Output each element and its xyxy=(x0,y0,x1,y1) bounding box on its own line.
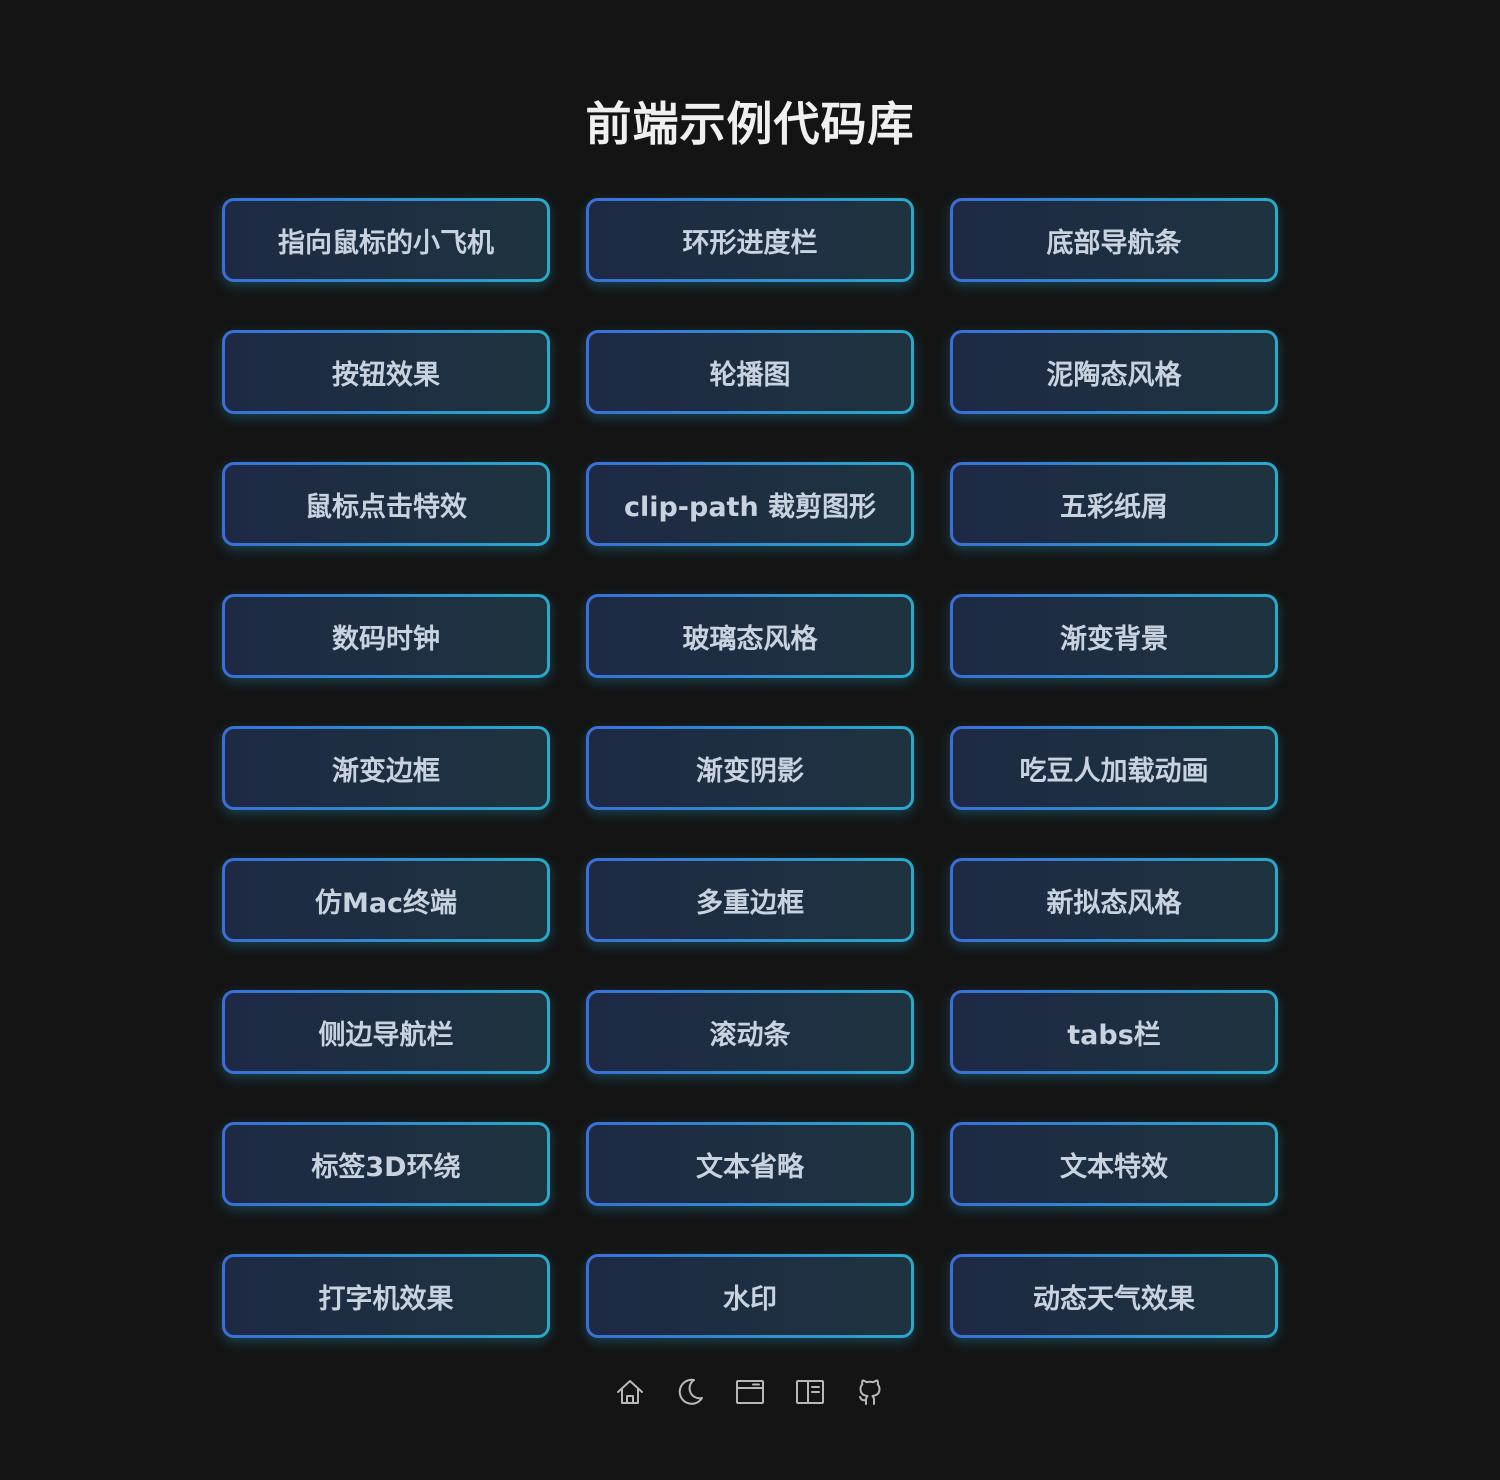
demo-card[interactable]: 五彩纸屑 xyxy=(950,462,1278,546)
demo-card-label: 吃豆人加载动画 xyxy=(1019,755,1209,787)
demo-card[interactable]: 鼠标点击特效 xyxy=(222,462,550,546)
demo-card[interactable]: 指向鼠标的小飞机 xyxy=(222,198,550,282)
demo-card[interactable]: 动态天气效果 xyxy=(950,1254,1278,1338)
demo-card[interactable]: 滚动条 xyxy=(586,990,914,1074)
demo-card[interactable]: 轮播图 xyxy=(586,330,914,414)
demo-card-label: tabs栏 xyxy=(1067,1019,1161,1051)
demo-card[interactable]: 玻璃态风格 xyxy=(586,594,914,678)
demo-card[interactable]: 多重边框 xyxy=(586,858,914,942)
demo-card[interactable]: tabs栏 xyxy=(950,990,1278,1074)
layout-icon xyxy=(796,1380,824,1404)
demo-card[interactable]: 渐变背景 xyxy=(950,594,1278,678)
demo-card[interactable]: 底部导航条 xyxy=(950,198,1278,282)
demo-card-label: 指向鼠标的小飞机 xyxy=(278,227,494,259)
demo-card[interactable]: 仿Mac终端 xyxy=(222,858,550,942)
demo-card-label: 多重边框 xyxy=(696,887,804,919)
demo-card-label: 动态天气效果 xyxy=(1033,1283,1195,1315)
demo-card[interactable]: 新拟态风格 xyxy=(950,858,1278,942)
demo-card[interactable]: 吃豆人加载动画 xyxy=(950,726,1278,810)
window-button[interactable] xyxy=(734,1372,766,1412)
demo-card-label: 仿Mac终端 xyxy=(314,887,458,919)
demo-card[interactable]: 标签3D环绕 xyxy=(222,1122,550,1206)
home-button[interactable] xyxy=(614,1372,646,1412)
demo-card-label: 泥陶态风格 xyxy=(1046,359,1182,391)
moon-icon xyxy=(678,1378,703,1405)
demo-card[interactable]: 渐变边框 xyxy=(222,726,550,810)
demo-card[interactable]: 泥陶态风格 xyxy=(950,330,1278,414)
demo-card-label: 侧边导航栏 xyxy=(318,1019,454,1051)
demo-card-label: 文本特效 xyxy=(1060,1151,1168,1183)
demo-card-label: 按钮效果 xyxy=(332,359,440,391)
demo-card[interactable]: 侧边导航栏 xyxy=(222,990,550,1074)
demo-card-label: 标签3D环绕 xyxy=(311,1151,461,1183)
demo-card-label: 环形进度栏 xyxy=(682,227,818,259)
demo-card-label: 渐变阴影 xyxy=(696,755,804,787)
demo-card-label: 轮播图 xyxy=(709,359,791,391)
demo-card[interactable]: 渐变阴影 xyxy=(586,726,914,810)
page-title: 前端示例代码库 xyxy=(585,97,915,151)
demo-card-label: clip-path 裁剪图形 xyxy=(623,491,877,523)
home-icon xyxy=(617,1380,643,1404)
demo-card[interactable]: 水印 xyxy=(586,1254,914,1338)
demo-card-label: 文本省略 xyxy=(696,1151,804,1183)
demo-grid: 指向鼠标的小飞机 环形进度栏 底部导航条 按钮效果 轮播图 泥陶态风格 鼠标点击… xyxy=(222,198,1278,1338)
demo-card-label: 五彩纸屑 xyxy=(1060,491,1168,523)
layout-button[interactable] xyxy=(794,1372,826,1412)
github-icon xyxy=(859,1379,881,1405)
demo-card-label: 打字机效果 xyxy=(318,1283,454,1315)
demo-card-label: 渐变边框 xyxy=(332,755,440,787)
demo-card[interactable]: 按钮效果 xyxy=(222,330,550,414)
demo-card-label: 渐变背景 xyxy=(1060,623,1168,655)
theme-toggle-button[interactable] xyxy=(674,1372,706,1412)
footer-toolbar xyxy=(0,1372,1500,1412)
demo-card-label: 滚动条 xyxy=(709,1019,791,1051)
demo-card[interactable]: 文本省略 xyxy=(586,1122,914,1206)
demo-card-label: 新拟态风格 xyxy=(1046,887,1182,919)
demo-card[interactable]: 文本特效 xyxy=(950,1122,1278,1206)
demo-card[interactable]: 数码时钟 xyxy=(222,594,550,678)
demo-card-label: 鼠标点击特效 xyxy=(305,491,467,523)
demo-card-label: 数码时钟 xyxy=(332,623,440,655)
github-button[interactable] xyxy=(854,1372,886,1412)
page: 前端示例代码库 指向鼠标的小飞机 环形进度栏 底部导航条 按钮效果 轮播图 泥陶… xyxy=(0,0,1500,1480)
demo-card-label: 玻璃态风格 xyxy=(682,623,818,655)
demo-card[interactable]: 环形进度栏 xyxy=(586,198,914,282)
window-icon xyxy=(736,1380,764,1404)
demo-card-label: 底部导航条 xyxy=(1046,227,1182,259)
demo-card[interactable]: clip-path 裁剪图形 xyxy=(586,462,914,546)
demo-card-label: 水印 xyxy=(723,1283,777,1315)
demo-card[interactable]: 打字机效果 xyxy=(222,1254,550,1338)
